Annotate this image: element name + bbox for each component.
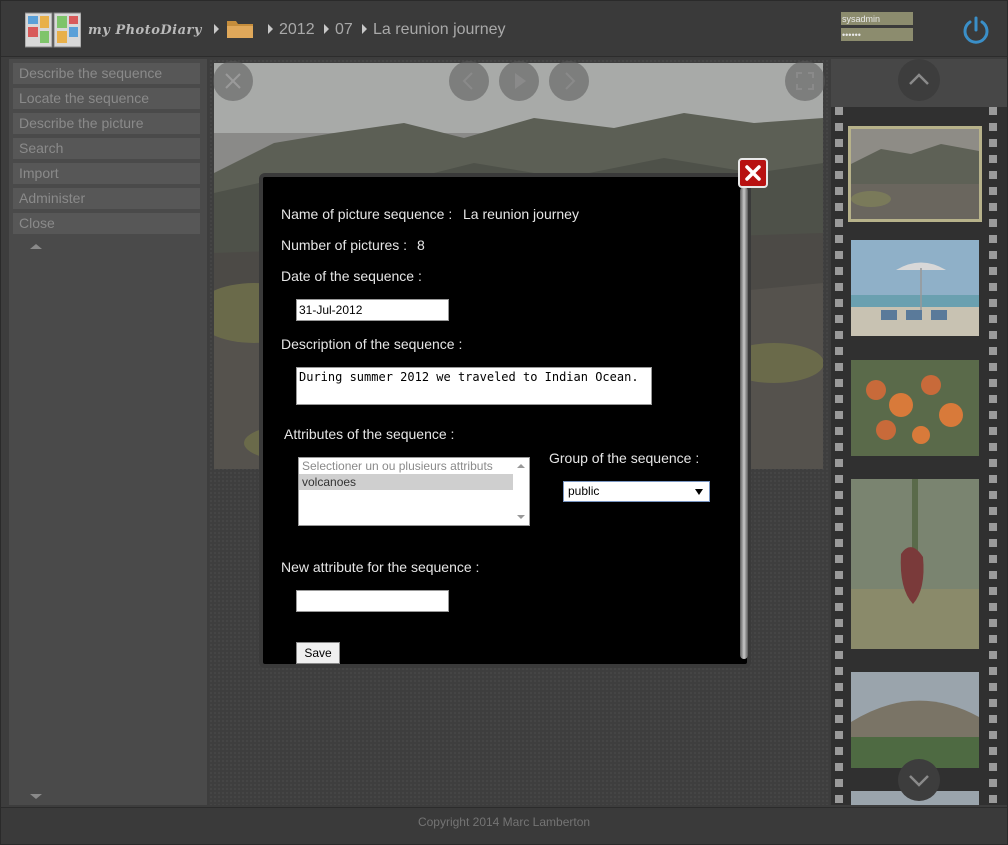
play-icon — [515, 73, 526, 89]
thumbnail[interactable] — [851, 672, 979, 768]
thumbnail[interactable] — [851, 360, 979, 456]
close-icon — [745, 165, 761, 181]
menu-item-search[interactable]: Search — [13, 138, 200, 159]
attribute-option-volcanoes[interactable]: volcanoes — [299, 474, 529, 490]
power-icon[interactable] — [961, 15, 991, 45]
menu-item-describe-picture[interactable]: Describe the picture — [13, 113, 200, 134]
fullscreen-button[interactable] — [785, 61, 825, 101]
folder-icon[interactable] — [226, 17, 254, 39]
sequence-description-textarea[interactable]: During summer 2012 we traveled to Indian… — [296, 367, 652, 405]
attributes-listbox[interactable]: Selectioner un ou plusieurs attributs vo… — [298, 457, 530, 526]
film-perforation — [989, 107, 997, 805]
breadcrumb-separator-icon — [324, 24, 329, 34]
breadcrumb-separator-icon — [214, 24, 219, 34]
photo-album-logo-icon[interactable] — [25, 11, 81, 49]
menu-item-administer[interactable]: Administer — [13, 188, 200, 209]
menu-item-import[interactable]: Import — [13, 163, 200, 184]
header-bar: my PhotoDiary 2012 07 La reunion journey — [1, 1, 1007, 57]
chevron-left-icon — [462, 72, 473, 90]
thumbnail-selected[interactable] — [848, 126, 982, 222]
close-viewer-button[interactable] — [213, 61, 253, 101]
new-attribute-input[interactable] — [296, 590, 449, 612]
listbox-scrollbar[interactable] — [513, 458, 529, 525]
sequence-name-value: La reunion journey — [463, 206, 579, 222]
sidebar-menu: Describe the sequence Locate the sequenc… — [9, 59, 207, 805]
thumbnail[interactable] — [851, 240, 979, 336]
menu-item-close[interactable]: Close — [13, 213, 200, 234]
dialog-close-button[interactable] — [738, 158, 768, 188]
film-perforation — [835, 107, 843, 805]
sequence-attributes-label: Attributes of the sequence : — [284, 426, 455, 442]
fullscreen-icon — [796, 72, 814, 90]
sequence-name-label: Name of picture sequence : — [281, 206, 453, 222]
play-slideshow-button[interactable] — [499, 61, 539, 101]
filmstrip-down-button[interactable] — [898, 759, 940, 801]
menu-item-locate-sequence[interactable]: Locate the sequence — [13, 88, 200, 109]
chevron-right-icon — [565, 72, 576, 90]
app-window: my PhotoDiary 2012 07 La reunion journey… — [0, 0, 1008, 845]
breadcrumb-sequence[interactable]: La reunion journey — [373, 21, 506, 39]
breadcrumb-separator-icon — [362, 24, 367, 34]
picture-count-value: 8 — [417, 237, 425, 253]
scroll-down-icon[interactable] — [30, 794, 42, 799]
chevron-up-icon — [909, 73, 929, 85]
scroll-down-icon — [517, 515, 525, 519]
sequence-group-label: Group of the sequence : — [549, 450, 700, 466]
next-photo-button[interactable] — [549, 61, 589, 101]
new-attribute-label: New attribute for the sequence : — [281, 559, 480, 575]
dialog-scrollbar[interactable] — [740, 187, 748, 659]
thumbnail[interactable] — [851, 479, 979, 649]
password-field[interactable] — [841, 28, 913, 41]
breadcrumb-month[interactable]: 07 — [335, 21, 353, 39]
filmstrip-track — [831, 107, 1007, 805]
sequence-group-select[interactable]: public — [563, 481, 710, 502]
menu-item-describe-sequence[interactable]: Describe the sequence — [13, 63, 200, 84]
scroll-up-icon[interactable] — [30, 244, 42, 249]
username-field[interactable] — [841, 12, 913, 25]
copyright-text: Copyright 2014 Marc Lamberton — [417, 815, 591, 829]
dropdown-arrow-icon — [695, 489, 703, 495]
app-name: my PhotoDiary — [88, 23, 202, 38]
picture-count-label: Number of pictures : — [281, 237, 408, 253]
scroll-up-icon — [517, 464, 525, 468]
sequence-date-label: Date of the sequence : — [281, 268, 422, 284]
attributes-placeholder-option[interactable]: Selectioner un ou plusieurs attributs — [299, 458, 529, 474]
sequence-group-value: public — [568, 484, 600, 498]
breadcrumb-separator-icon — [268, 24, 273, 34]
chevron-down-icon — [909, 775, 929, 787]
sequence-description-label: Description of the sequence : — [281, 336, 463, 352]
save-button[interactable]: Save — [296, 642, 340, 664]
close-icon — [225, 73, 241, 89]
breadcrumb-year[interactable]: 2012 — [279, 21, 315, 39]
filmstrip-up-button[interactable] — [898, 59, 940, 101]
filmstrip — [831, 59, 1007, 805]
sequence-date-input[interactable] — [296, 299, 449, 321]
footer: Copyright 2014 Marc Lamberton — [1, 807, 1007, 844]
previous-photo-button[interactable] — [449, 61, 489, 101]
